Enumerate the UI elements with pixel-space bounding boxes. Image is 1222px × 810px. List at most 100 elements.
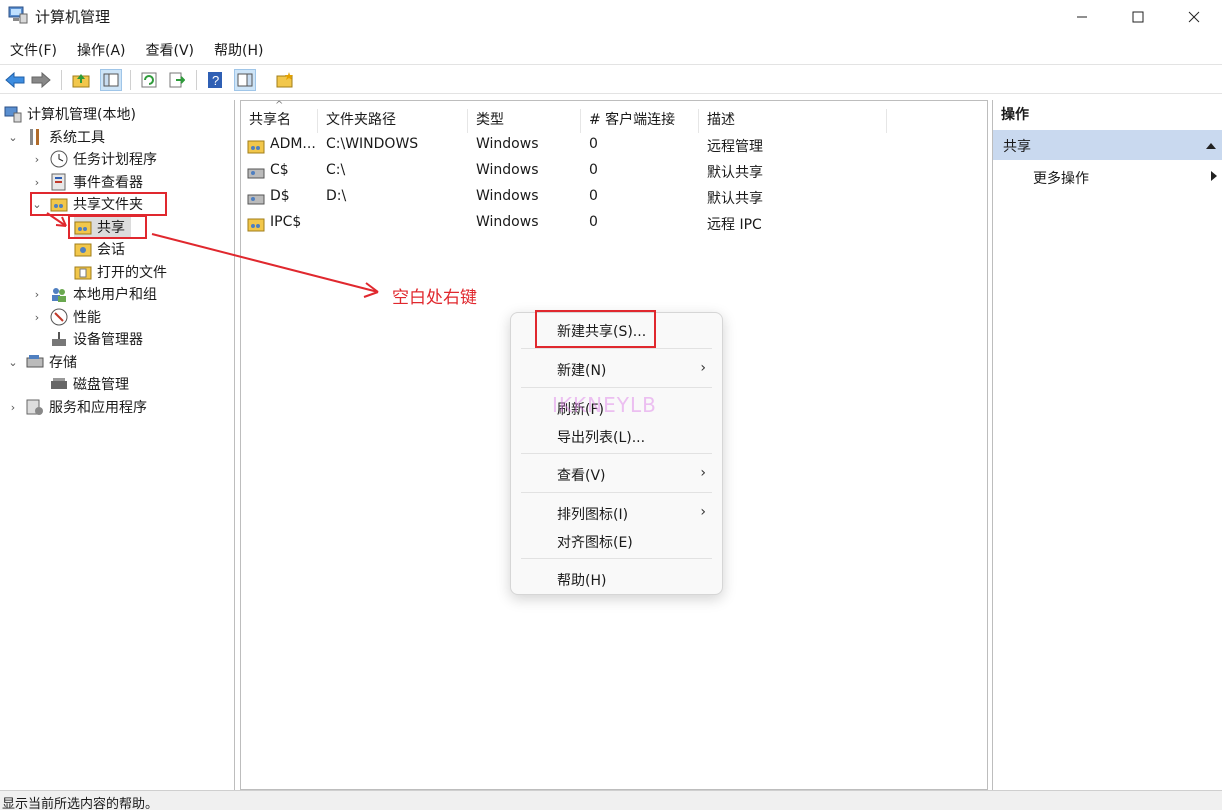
menu-help[interactable]: 帮助(H) — [204, 36, 273, 62]
menu-item-arrange-icons[interactable]: 排列图标(I) — [557, 504, 628, 524]
cell-description: 远程 IPC — [707, 217, 762, 233]
tree-item-performance[interactable]: › 性能 — [30, 306, 101, 328]
table-row[interactable]: C$ C:\ Windows 0 默认共享 — [241, 159, 987, 185]
services-icon — [26, 399, 43, 415]
back-button[interactable] — [4, 69, 26, 91]
collapse-up-icon[interactable] — [1205, 142, 1217, 150]
toolbar-separator — [196, 70, 197, 90]
help-button[interactable]: ? — [204, 69, 226, 91]
toolbar-separator — [61, 70, 62, 90]
tree-item-open-files[interactable]: 打开的文件 — [74, 261, 167, 283]
storage-icon — [26, 355, 44, 368]
list-header: 共享名 文件夹路径 类型 # 客户端连接 描述 ^ — [241, 100, 987, 133]
refresh-button[interactable] — [138, 69, 160, 91]
menu-item-new[interactable]: 新建(N) — [557, 360, 606, 380]
maximize-button[interactable] — [1110, 0, 1166, 34]
tree-item-storage[interactable]: ⌄ 存储 — [6, 351, 77, 373]
action-pane: 操作 共享 更多操作 — [992, 100, 1222, 790]
performance-icon — [50, 308, 68, 326]
tools-icon — [30, 129, 39, 145]
close-icon — [1188, 11, 1200, 23]
window-title: 计算机管理 — [35, 8, 111, 26]
device-manager-icon — [52, 332, 66, 346]
menu-file[interactable]: 文件(F) — [0, 36, 67, 62]
table-row[interactable]: ADM... C:\WINDOWS Windows 0 远程管理 — [241, 133, 987, 159]
new-share-button[interactable] — [274, 69, 296, 91]
cell-clients: 0 — [589, 188, 598, 204]
toolbar: ? — [0, 64, 1222, 94]
submenu-arrow-icon: › — [700, 465, 706, 481]
forward-button[interactable] — [30, 69, 52, 91]
cell-description: 默认共享 — [707, 191, 763, 207]
menu-item-view[interactable]: 查看(V) — [557, 465, 606, 485]
title-bar: 计算机管理 — [0, 0, 1222, 34]
chevron-down-icon[interactable]: ⌄ — [6, 131, 20, 144]
menu-bar: 文件(F) 操作(A) 查看(V) 帮助(H) — [0, 36, 1222, 62]
chevron-right-icon[interactable]: › — [30, 288, 44, 301]
cell-type: Windows — [476, 162, 539, 178]
context-menu: 新建共享(S)... 新建(N) › 刷新(F) 导出列表(L)... 查看(V… — [510, 310, 723, 595]
column-client-connections[interactable]: # 客户端连接 — [581, 109, 699, 133]
tree-item-task-scheduler[interactable]: › 任务计划程序 — [30, 148, 157, 170]
menu-item-label: 帮助(H) — [557, 573, 607, 589]
menu-view[interactable]: 查看(V) — [136, 36, 205, 62]
column-folder-path[interactable]: 文件夹路径 — [318, 109, 468, 133]
menu-separator — [521, 453, 712, 454]
menu-separator — [521, 492, 712, 493]
cell-type: Windows — [476, 214, 539, 230]
submenu-arrow-icon: › — [700, 360, 706, 376]
chevron-down-icon[interactable]: ⌄ — [6, 356, 20, 369]
svg-text:?: ? — [212, 73, 219, 88]
tree-item-disk-management[interactable]: 磁盘管理 — [50, 373, 129, 395]
tree-label: 会话 — [97, 242, 125, 258]
column-type[interactable]: 类型 — [468, 109, 581, 133]
cell-folder-path: D:\ — [326, 188, 347, 204]
computer-management-icon — [4, 106, 22, 123]
menu-item-label: 对齐图标(E) — [557, 535, 633, 551]
event-viewer-icon — [51, 173, 66, 191]
show-hide-action-pane-button[interactable] — [234, 69, 256, 91]
tree-label: 服务和应用程序 — [49, 400, 147, 416]
shared-drive-icon — [247, 168, 265, 179]
tree-item-sessions[interactable]: 会话 — [74, 238, 125, 260]
chevron-right-icon[interactable]: › — [30, 311, 44, 324]
more-actions-item[interactable]: 更多操作 — [1033, 168, 1089, 188]
shared-folder-icon — [247, 218, 265, 232]
console-tree-icon — [103, 73, 119, 87]
menu-item-export-list[interactable]: 导出列表(L)... — [557, 427, 645, 447]
action-section-shares[interactable]: 共享 — [993, 130, 1222, 160]
tree-item-local-users[interactable]: › 本地用户和组 — [30, 283, 157, 305]
close-button[interactable] — [1166, 0, 1222, 34]
highlight-shared-folders — [30, 192, 167, 216]
minimize-button[interactable] — [1054, 0, 1110, 34]
chevron-right-icon[interactable]: › — [30, 176, 44, 189]
column-description[interactable]: 描述 — [699, 109, 887, 133]
minimize-icon — [1077, 16, 1087, 18]
chevron-right-icon[interactable]: › — [30, 153, 44, 166]
up-level-button[interactable] — [70, 69, 92, 91]
export-icon — [169, 72, 185, 88]
refresh-icon — [141, 72, 157, 88]
tree-item-event-viewer[interactable]: › 事件查看器 — [30, 171, 143, 193]
column-share-name[interactable]: 共享名 — [241, 109, 318, 133]
tree-item-system-tools[interactable]: ⌄ 系统工具 — [6, 126, 105, 148]
cell-clients: 0 — [589, 162, 598, 178]
action-pane-title: 操作 — [1001, 107, 1029, 123]
maximize-icon — [1132, 11, 1144, 23]
highlight-new-share — [535, 310, 656, 348]
tree-item-services-apps[interactable]: › 服务和应用程序 — [6, 396, 147, 418]
show-hide-tree-button[interactable] — [100, 69, 122, 91]
chevron-right-icon[interactable]: › — [6, 401, 20, 414]
menu-item-align-icons[interactable]: 对齐图标(E) — [557, 532, 633, 552]
menu-item-help[interactable]: 帮助(H) — [557, 570, 606, 590]
menu-item-label: 导出列表(L)... — [557, 430, 646, 446]
export-list-button[interactable] — [166, 69, 188, 91]
table-row[interactable]: D$ D:\ Windows 0 默认共享 — [241, 185, 987, 211]
cell-folder-path: C:\ — [326, 162, 346, 178]
tree-item-device-manager[interactable]: 设备管理器 — [50, 328, 143, 350]
tree-root[interactable]: 计算机管理(本地) — [4, 103, 136, 125]
table-row[interactable]: IPC$ Windows 0 远程 IPC — [241, 211, 987, 237]
shared-drive-icon — [247, 194, 265, 205]
menu-action[interactable]: 操作(A) — [67, 36, 136, 62]
toolbar-separator — [130, 70, 131, 90]
